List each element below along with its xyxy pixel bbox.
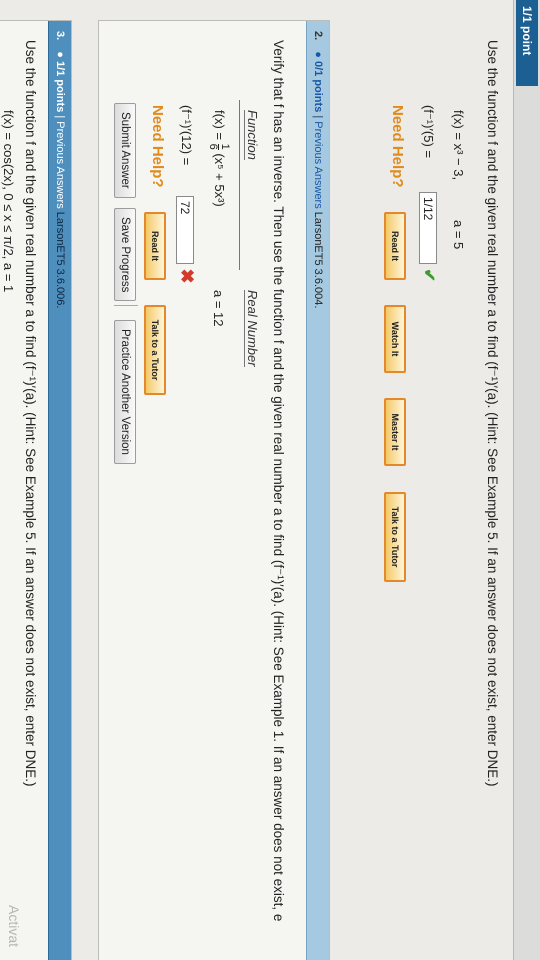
q1-need-help: Need Help?: [389, 105, 406, 188]
prev-points-fragment: 1/1 point: [516, 0, 538, 86]
q1-answer-field[interactable]: 1/12: [419, 192, 438, 264]
q3-function: f(x) = cos(2x), 0 ≤ x ≤ π/2, a = 1: [1, 110, 16, 293]
q3-header: 3. ● 1/1 points | Previous Answers Larso…: [48, 21, 71, 960]
q2-number: 2.: [312, 31, 324, 41]
q2-frac-num: 1: [218, 143, 231, 150]
q3-number: 3.: [54, 31, 66, 41]
q2-frac-den: 6: [207, 143, 219, 150]
plus-icon[interactable]: ●: [312, 51, 324, 58]
q3-points: 1/1 points: [54, 60, 66, 113]
q2-practice-another-version-button[interactable]: Practice Another Version: [114, 320, 136, 464]
q2-talk-to-tutor-button[interactable]: Talk to a Tutor: [144, 305, 166, 395]
plus-icon[interactable]: ●: [54, 51, 66, 58]
q2-function-label: f(x) =: [212, 110, 228, 144]
q2-instruction: Verify that f has an inverse. Then use t…: [271, 40, 286, 922]
button-divider: [114, 305, 138, 306]
q2-need-help: Need Help?: [149, 105, 166, 188]
q1-instruction: Use the function f and the given real nu…: [485, 40, 500, 787]
rotated-screen: 1/1 point Use the function f and the giv…: [0, 0, 540, 960]
top-bar: [513, 0, 540, 960]
q2-function-rest: (x⁵ + 5x³): [212, 153, 228, 207]
q2-read-it-button[interactable]: Read It: [144, 212, 166, 280]
q2-function: f(x) = 1 6 (x⁵ + 5x³): [207, 110, 231, 207]
q2-a-value: a = 12: [211, 290, 226, 327]
q1-a-value: a = 5: [451, 220, 466, 250]
activate-watermark: Activat: [6, 905, 22, 948]
cross-icon: ✖: [177, 268, 197, 284]
q2-answer-label: (f⁻¹)′(12) =: [179, 105, 194, 166]
q3-separator: |: [54, 115, 66, 119]
q2-header: 2. ● 0/1 points | Previous Answers Larso…: [306, 21, 329, 960]
q3-source: LarsonET5 3.6.006.: [54, 211, 66, 309]
q1-watch-it-button[interactable]: Watch It: [384, 305, 406, 373]
q1-master-it-button[interactable]: Master It: [384, 398, 406, 466]
check-icon: ✔: [420, 268, 437, 282]
q2-col-underline: [239, 100, 240, 270]
q2-separator: |: [312, 115, 324, 119]
q2-fraction: 1 6: [207, 143, 231, 150]
q3-instruction: Use the function f and the given real nu…: [23, 40, 38, 787]
q1-function: f(x) = x³ − 3,: [451, 110, 466, 181]
q2-points: 0/1 points: [312, 60, 324, 113]
q2-col-real-number: Real Number: [244, 290, 260, 367]
q2-submit-answer-button[interactable]: Submit Answer: [114, 103, 136, 198]
q2-col-function: Function: [244, 110, 260, 160]
q2-previous-answers-link[interactable]: Previous Answers: [312, 121, 324, 208]
q3-previous-answers-link[interactable]: Previous Answers: [54, 121, 66, 208]
q2-answer-field[interactable]: 72: [176, 196, 195, 264]
q2-save-progress-button[interactable]: Save Progress: [114, 208, 136, 302]
q2-source: LarsonET5 3.6.004.: [312, 211, 324, 309]
q1-talk-to-tutor-button[interactable]: Talk to a Tutor: [384, 492, 406, 582]
q1-read-it-button[interactable]: Read It: [384, 212, 406, 280]
q1-answer-label: (f⁻¹)′(5) =: [421, 105, 436, 158]
